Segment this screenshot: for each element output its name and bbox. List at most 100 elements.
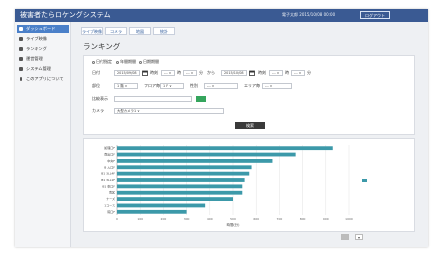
radio-date[interactable]: 日付指定: [92, 59, 112, 65]
page-title: ランキング: [83, 42, 121, 51]
video-icon: [19, 37, 23, 41]
main-content: ライブ映像 コメラ 地図 統計 ランキング 日付指定 年間期間 日期期間 日付 …: [71, 22, 428, 247]
radio-period[interactable]: 日期期間: [139, 59, 159, 65]
bar: [117, 171, 250, 176]
minute-unit: 分: [199, 70, 203, 75]
bar: [117, 203, 206, 208]
x-tick-label: 300: [184, 217, 190, 221]
legend-swatch: [362, 179, 367, 182]
ranking-chart-panel: 0 100 200 300 400 500 600 700 800 900 1000 処理口F 南出口F…: [83, 138, 415, 232]
bar: [117, 159, 273, 163]
x-tick-label: 400: [207, 217, 213, 221]
export-icon[interactable]: [196, 96, 206, 102]
area-label: フロア毎: [144, 83, 160, 88]
ranking-chart: 0 100 200 300 400 500 600 700 800 900 1000 処理口F 南出口F…: [101, 145, 367, 227]
radio-icon: [92, 60, 95, 64]
x-tick-label: 700: [277, 217, 283, 221]
sidebar-item-label: ランキング: [26, 46, 47, 51]
x-tick-label: 1000: [345, 217, 353, 221]
name-label: 比較表示: [92, 96, 108, 101]
sidebar-item-label: ライブ映像: [26, 36, 47, 41]
radio-icon: [139, 60, 142, 64]
time-label-2: 時刻: [258, 70, 266, 75]
sidebar-item-label: このアプリについて: [26, 76, 64, 81]
date-to-input[interactable]: 2015/10/08: [221, 70, 247, 76]
y-tick-label: B1 3LL1F: [101, 178, 115, 182]
y-tick-label: 南区: [109, 190, 115, 195]
sidebar: ダッシュボード ライブ映像 ランキング 運営管理 システム管理 このアプリについ…: [15, 22, 71, 247]
user-info: 電子太郎 2015/10/08 00:00: [282, 12, 336, 17]
age-select[interactable]: --- ∨: [262, 83, 292, 89]
sidebar-item-ranking[interactable]: ランキング: [17, 45, 69, 53]
sidebar-item-system[interactable]: システム管理: [17, 65, 69, 73]
info-icon: [20, 77, 22, 81]
camera-select[interactable]: 大型カメラ1 ∨: [114, 108, 224, 114]
calendar-icon[interactable]: [249, 70, 255, 76]
date-label: 日付: [92, 70, 100, 75]
hour-unit: 時: [177, 70, 181, 75]
name-input[interactable]: [114, 96, 192, 102]
sidebar-item-operations[interactable]: 運営管理: [17, 55, 69, 63]
x-tick-label: 100: [137, 217, 143, 221]
sidebar-item-dashboard[interactable]: ダッシュボード: [17, 25, 69, 33]
gender-select[interactable]: --- ∨: [204, 83, 238, 89]
bar: [117, 152, 296, 157]
bar: [117, 146, 333, 151]
bar: [117, 178, 245, 182]
y-tick-label: B1 東口F: [102, 183, 115, 188]
date-from-input[interactable]: 2015/09/08: [114, 70, 140, 76]
tab-map[interactable]: 地図: [129, 27, 151, 35]
tab-live[interactable]: ライブ映像: [81, 27, 103, 35]
sidebar-item-label: 運営管理: [26, 56, 43, 61]
top-bar: 被害者たらロケングシステム 電子太郎 2015/10/08 00:00 ログアウ…: [15, 9, 428, 22]
minute-to-select[interactable]: --- ∨: [291, 70, 305, 76]
calendar-icon[interactable]: [142, 70, 148, 76]
sidebar-item-about[interactable]: このアプリについて: [17, 75, 69, 83]
area-select[interactable]: 1 F ∨: [160, 83, 184, 89]
tab-camera[interactable]: コメラ: [105, 27, 127, 35]
pager-prev-button[interactable]: [341, 234, 349, 240]
search-button[interactable]: 検索: [235, 122, 265, 129]
age-label: エリア毎: [244, 83, 260, 88]
time-label: 時刻: [150, 70, 158, 75]
logout-button[interactable]: ログアウト: [360, 11, 390, 19]
gear-icon: [19, 67, 23, 71]
hour-from-select[interactable]: --- ∨: [161, 70, 175, 76]
y-tick-label: 院口F: [107, 209, 115, 214]
bar: [117, 190, 243, 195]
hour-to-select[interactable]: --- ∨: [269, 70, 283, 76]
x-tick-label: 600: [253, 217, 259, 221]
radio-icon: [116, 60, 119, 64]
radio-label: 日期期間: [143, 59, 159, 64]
floor-label: 部位: [92, 83, 100, 88]
clock-icon: [19, 57, 23, 61]
minute-from-select[interactable]: --- ∨: [183, 70, 197, 76]
range-separator: から: [207, 70, 215, 75]
y-tick-label: B 入口F: [104, 165, 115, 169]
y-tick-label: B1 3LL4F: [101, 172, 115, 176]
bar: [117, 197, 233, 201]
sidebar-item-label: システム管理: [26, 66, 51, 71]
floor-select[interactable]: 1 階 ∨: [114, 83, 138, 89]
tab-stats[interactable]: 統計: [153, 27, 175, 35]
app-title: 被害者たらロケングシステム: [20, 11, 111, 19]
bar: [117, 165, 252, 170]
search-form: 日付指定 年間期間 日期期間 日付 2015/09/08 時刻 --- ∨ 時 …: [83, 55, 415, 135]
y-tick-label: 中央F: [107, 158, 115, 163]
search-icon: [19, 47, 23, 51]
home-icon: [19, 27, 23, 31]
x-tick-label: 0: [116, 217, 118, 221]
sidebar-item-label: ダッシュボード: [26, 26, 56, 31]
pager-next-button[interactable]: ▾: [355, 234, 363, 240]
sidebar-item-live[interactable]: ライブ映像: [17, 35, 69, 43]
x-tick-label: 500: [230, 217, 236, 221]
radio-label: 日付指定: [96, 59, 112, 64]
bar: [117, 209, 187, 214]
camera-label: カメラ: [92, 108, 104, 113]
hour-unit-2: 時: [285, 70, 289, 75]
app-window: 被害者たらロケングシステム 電子太郎 2015/10/08 00:00 ログアウ…: [15, 9, 428, 247]
y-tick-label: 処理口F: [104, 145, 115, 150]
minute-unit-2: 分: [307, 70, 311, 75]
radio-year[interactable]: 年間期間: [116, 59, 136, 65]
y-tick-label: 南出口F: [104, 152, 115, 157]
